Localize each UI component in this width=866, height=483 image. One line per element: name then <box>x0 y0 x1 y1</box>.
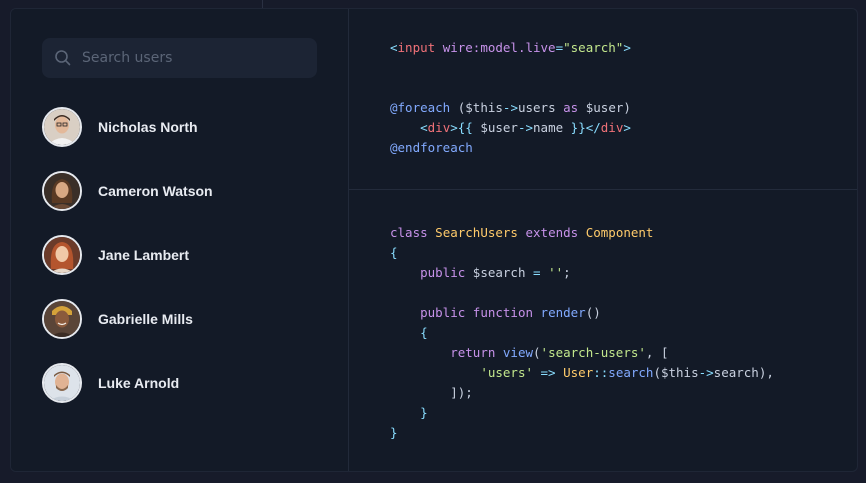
code-line: <div>{{ $user->name }}</div> <box>420 120 631 135</box>
list-item[interactable]: Luke Arnold <box>42 363 213 403</box>
avatar <box>42 363 82 403</box>
avatar <box>42 235 82 275</box>
user-name: Gabrielle Mills <box>98 311 193 327</box>
code-line: } <box>390 425 398 440</box>
code-line: @endforeach <box>390 140 473 155</box>
user-name: Nicholas North <box>98 119 198 135</box>
php-component-code: class SearchUsers extends Component { pu… <box>390 223 774 443</box>
blade-template-code: <input wire:model.live="search"> @foreac… <box>390 38 631 158</box>
user-name: Cameron Watson <box>98 183 213 199</box>
code-line: public function render() <box>420 305 601 320</box>
search-icon <box>54 49 72 67</box>
code-line: <input wire:model.live="search"> <box>390 40 631 55</box>
code-line: { <box>390 245 398 260</box>
code-line: class SearchUsers extends Component <box>390 225 654 240</box>
background-divider <box>262 0 263 8</box>
code-divider <box>349 189 857 190</box>
code-line: 'users' => User::search($this->search), <box>480 365 774 380</box>
list-item[interactable]: Cameron Watson <box>42 171 213 211</box>
list-item[interactable]: Nicholas North <box>42 107 213 147</box>
code-panel: <input wire:model.live="search"> @foreac… <box>349 9 857 471</box>
code-line: public $search = ''; <box>420 265 571 280</box>
code-line: { <box>420 325 428 340</box>
code-line: @foreach ($this->users as $user) <box>390 100 631 115</box>
user-name: Luke Arnold <box>98 375 180 391</box>
user-list: Nicholas North Cameron Watson Jane Lambe… <box>42 107 213 427</box>
list-item[interactable]: Jane Lambert <box>42 235 213 275</box>
search-input[interactable] <box>80 49 304 67</box>
avatar <box>42 107 82 147</box>
user-name: Jane Lambert <box>98 247 190 263</box>
code-line: } <box>420 405 428 420</box>
code-line: return view('search-users', [ <box>450 345 669 360</box>
user-search-panel: Nicholas North Cameron Watson <box>11 9 349 471</box>
avatar <box>42 299 82 339</box>
list-item[interactable]: Gabrielle Mills <box>42 299 213 339</box>
demo-card: Nicholas North Cameron Watson <box>10 8 858 472</box>
avatar <box>42 171 82 211</box>
search-box[interactable] <box>42 38 317 78</box>
code-line: ]); <box>450 385 473 400</box>
